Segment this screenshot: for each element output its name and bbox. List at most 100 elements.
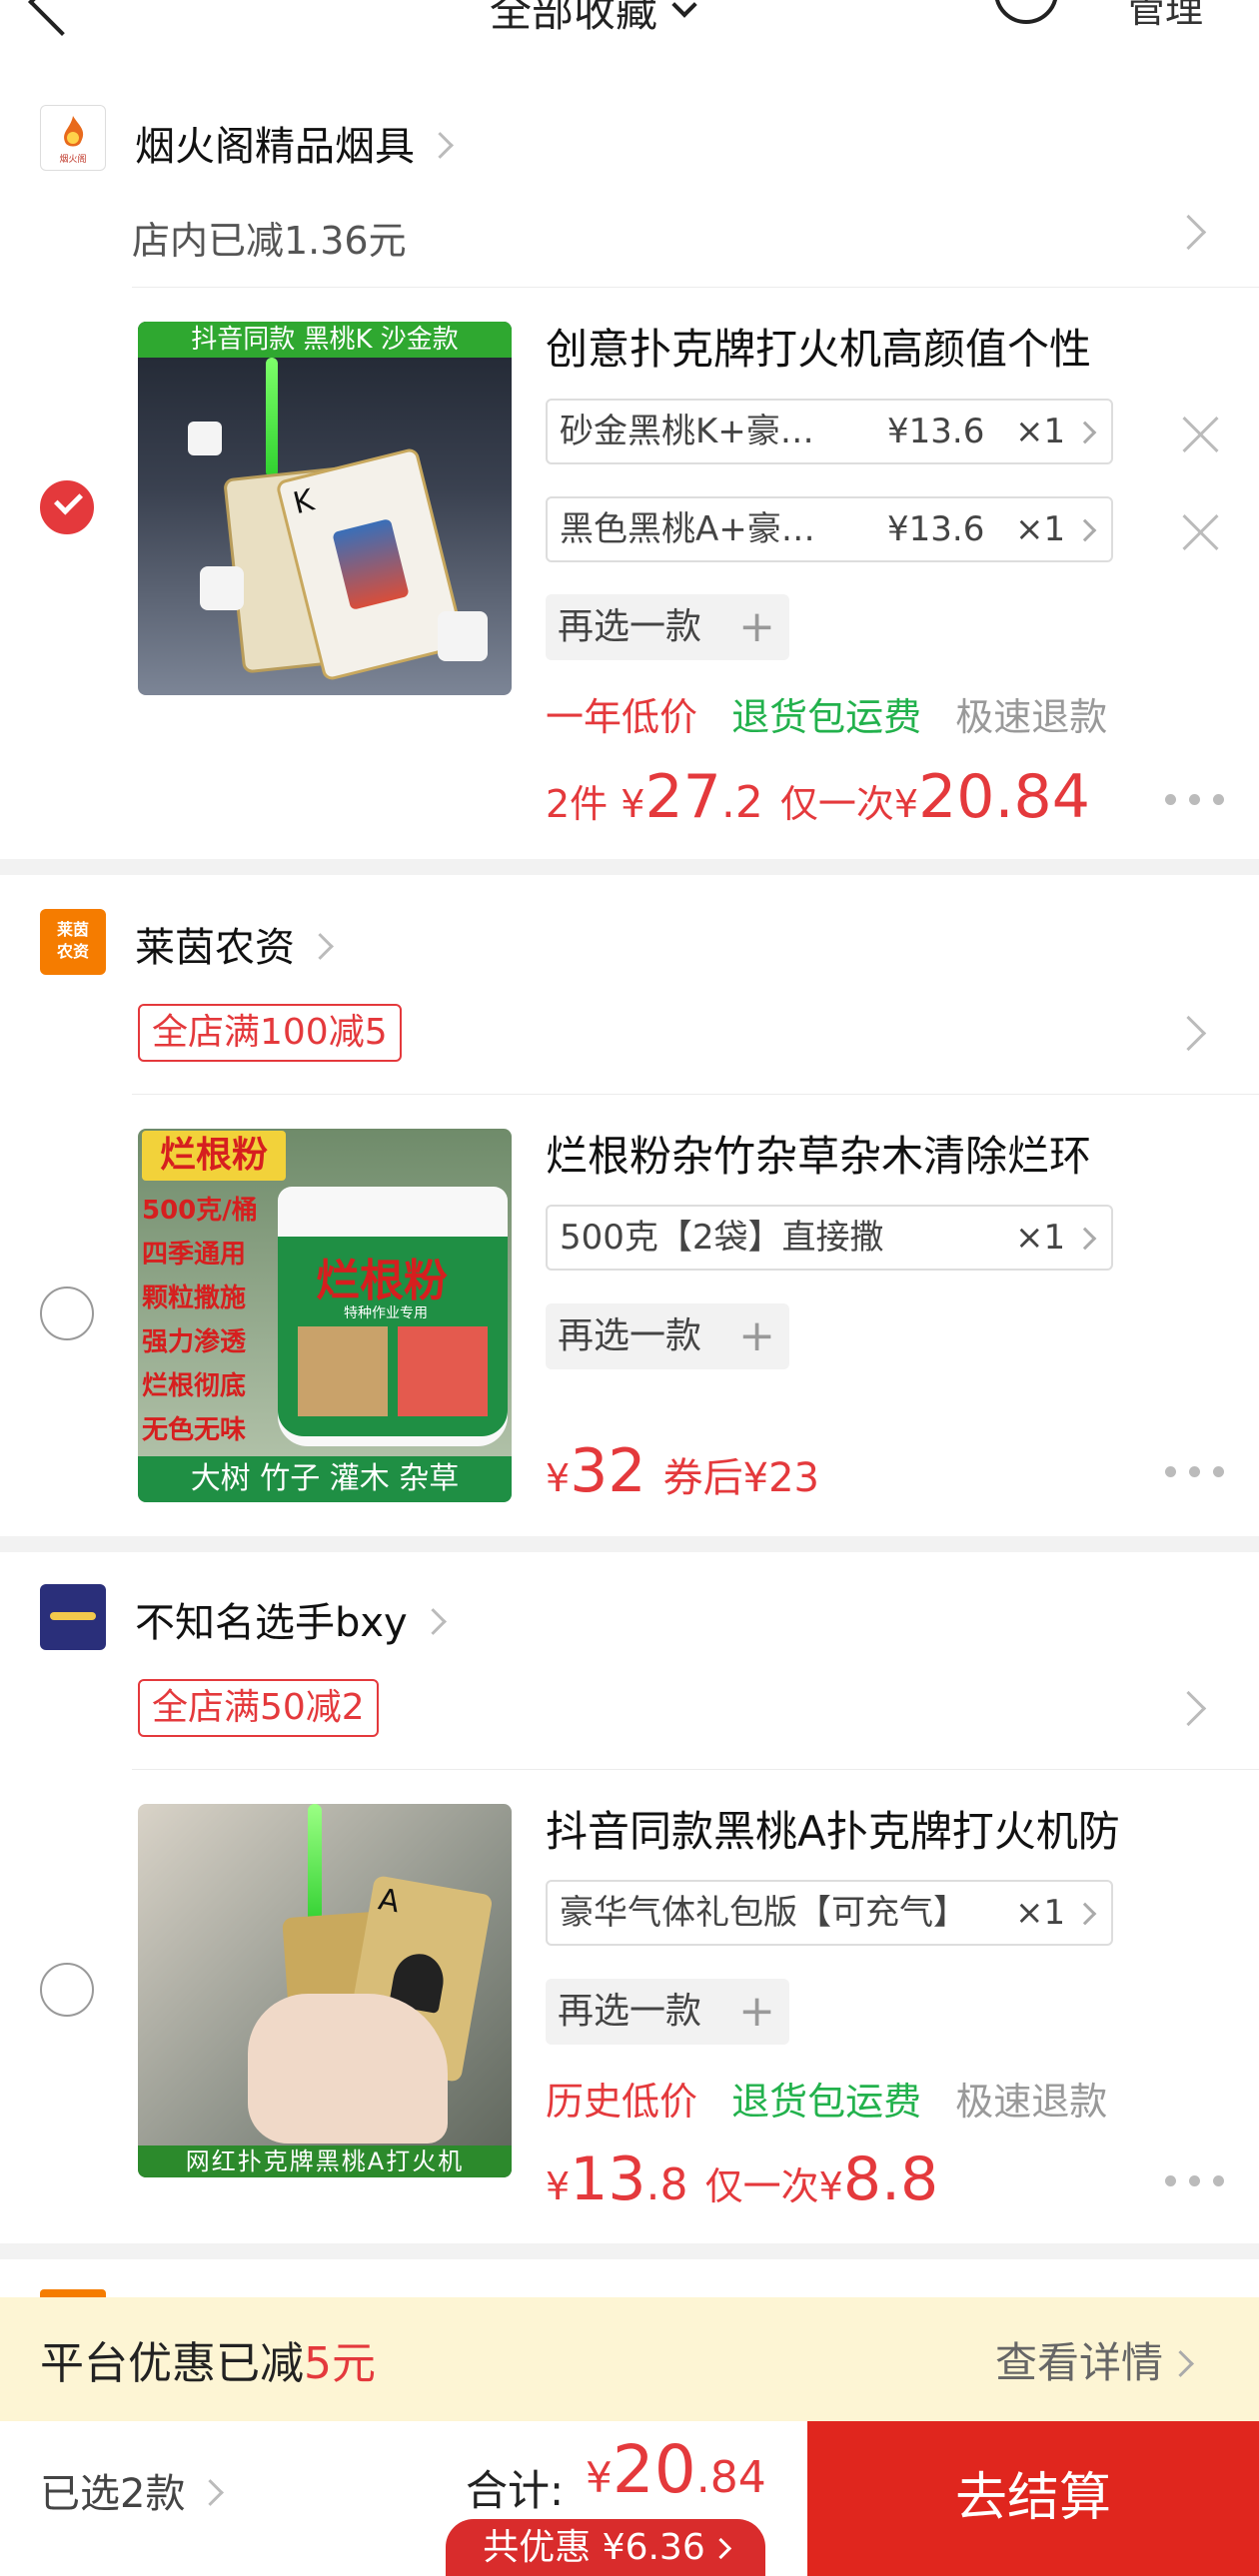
price-line: ¥13.8 仅一次¥8.8	[546, 2145, 938, 2214]
platform-discount-bar[interactable]: 平台优惠已减5元 查看详情	[0, 2297, 1259, 2421]
reselect-button[interactable]: 再选一款 +	[546, 1303, 789, 1369]
checkout-button[interactable]: 去结算	[807, 2421, 1259, 2576]
platform-amount: 5元	[304, 2338, 376, 2389]
product-bucket: 烂根粉 特种作业专用	[278, 1187, 508, 1446]
total-dec: .84	[695, 2452, 766, 2503]
discount-summary: 共优惠 ¥6.36	[483, 2527, 705, 2568]
chevron-down-icon	[671, 0, 697, 18]
feature-item: 烂根彻底	[142, 1371, 247, 1401]
store-logo[interactable]: 莱茵农资	[40, 909, 106, 975]
store-logo[interactable]	[40, 1584, 106, 1650]
promo-chevron-icon[interactable]	[1170, 1690, 1207, 1727]
more-options-icon[interactable]	[1165, 1466, 1225, 1478]
bucket-sub: 特种作业专用	[344, 1305, 428, 1321]
select-checkbox[interactable]	[40, 480, 94, 534]
more-options-icon[interactable]	[1165, 2175, 1225, 2187]
reselect-button[interactable]: 再选一款 +	[546, 1979, 789, 2045]
price-line: ¥32 券后¥23	[546, 1436, 819, 1506]
sku-price: ¥13.6	[887, 509, 985, 549]
once-price: 20.84	[918, 762, 1090, 832]
chevron-right-icon	[427, 131, 454, 159]
chevron-right-icon	[419, 1607, 447, 1635]
bucket-photo	[298, 1326, 388, 1416]
selected-count: 已选2款	[40, 2471, 186, 2517]
reselect-button[interactable]: 再选一款 +	[546, 594, 789, 660]
chevron-right-icon	[1073, 1227, 1097, 1251]
product-image[interactable]: 抖音同款 黑桃K 沙金款 K	[138, 322, 512, 695]
remove-sku-icon[interactable]	[1181, 512, 1221, 552]
divider	[132, 1769, 1259, 1770]
product-title[interactable]: 创意扑克牌打火机高颜值个性	[546, 316, 1235, 377]
select-checkbox[interactable]	[40, 1287, 94, 1340]
price-int: 27	[644, 762, 721, 832]
product-title[interactable]: 抖音同款黑桃A扑克牌打火机防	[546, 1798, 1235, 1859]
total-label: 合计:	[466, 2466, 565, 2515]
store-logo-text: 烟火阁	[59, 153, 86, 165]
currency-symbol: ¥	[546, 1456, 571, 1500]
plus-icon: +	[738, 601, 775, 652]
price-int: 13	[570, 2145, 646, 2214]
feature-item: 颗粒撒施	[142, 1284, 247, 1313]
plus-icon: +	[738, 1310, 775, 1361]
promo-chevron-icon[interactable]	[1170, 214, 1207, 251]
chevron-right-icon	[1073, 421, 1097, 444]
platform-label: 平台优惠已减	[40, 2338, 304, 2389]
store-name: 莱茵农资	[135, 925, 295, 971]
platform-discount-text: 平台优惠已减5元	[40, 2327, 376, 2391]
store-logo-mark	[50, 1612, 96, 1620]
checkout-bar: 已选2款 合计: ¥20.84 共优惠 ¥6.36 去结算	[0, 2421, 1259, 2576]
item-count: 2件	[546, 782, 609, 826]
store-name-link[interactable]: 莱茵农资	[135, 915, 334, 973]
sku-qty: ×1	[1015, 1893, 1066, 1933]
price-int: 32	[570, 1436, 646, 1506]
reselect-label: 再选一款	[558, 1315, 702, 1356]
store-name: 不知名选手bxy	[135, 1600, 408, 1646]
discount-summary-button[interactable]: 共优惠 ¥6.36	[446, 2519, 765, 2576]
selected-count-link[interactable]: 已选2款	[40, 2461, 225, 2519]
bucket-label: 烂根粉	[316, 1256, 448, 1306]
search-icon[interactable]	[994, 0, 1058, 24]
store-card: 不知名选手bxy 全店满50减2 A 网红扑克牌黑桃A打火机 抖音同款黑桃A扑克…	[0, 1552, 1259, 2243]
feature-item: 四季通用	[142, 1240, 247, 1270]
store-card-partial	[0, 2259, 1259, 2299]
sku-selector[interactable]: 黑色黑桃A+豪华礼包版 ¥13.6 ×1	[546, 496, 1113, 562]
feature-item: 强力渗透	[142, 1327, 247, 1357]
store-logo[interactable]: 烟火阁	[40, 105, 106, 171]
product-image[interactable]: 烂根粉 500克/桶 四季通用 颗粒撒施 强力渗透 烂根彻底 无色无味 烂根粉 …	[138, 1129, 512, 1502]
plus-icon: +	[738, 1986, 775, 2037]
product-title[interactable]: 烂根粉杂竹杂草杂木清除烂环	[546, 1123, 1235, 1184]
divider	[132, 287, 1259, 288]
chevron-right-icon	[1167, 2350, 1194, 2377]
store-name-link[interactable]: 烟火阁精品烟具	[135, 114, 454, 172]
promo-chevron-icon[interactable]	[1170, 1015, 1207, 1052]
chevron-right-icon	[1073, 1902, 1097, 1926]
sku-selector[interactable]: 豪华气体礼包版【可充气】 ×1	[546, 1880, 1113, 1946]
product-image[interactable]: A 网红扑克牌黑桃A打火机	[138, 1804, 512, 2177]
total-price: ¥20.84	[586, 2431, 766, 2508]
once-label: 仅一次¥	[704, 2164, 843, 2208]
remove-sku-icon[interactable]	[1181, 415, 1221, 454]
sku-selector[interactable]: 砂金黑桃K+豪华礼包版 ¥13.6 ×1	[546, 399, 1113, 464]
store-name-link[interactable]: 不知名选手bxy	[135, 1590, 447, 1648]
manage-button[interactable]: 管理	[1127, 0, 1203, 33]
chevron-right-icon	[1073, 518, 1097, 542]
tag-return-shipping: 退货包运费	[731, 2080, 922, 2124]
coupon-price: 券后¥23	[662, 1455, 819, 1501]
sku-qty: ×1	[1015, 412, 1066, 451]
back-arrow-icon[interactable]	[28, 0, 96, 36]
divider	[132, 1094, 1259, 1095]
view-details-label: 查看详情	[995, 2338, 1164, 2387]
store-card: 莱茵农资 莱茵农资 全店满100减5 烂根粉 500克/桶 四季通用 颗粒撒施 …	[0, 875, 1259, 1536]
sku-selector[interactable]: 500克【2袋】直接撒 ×1	[546, 1205, 1113, 1271]
more-options-icon[interactable]	[1165, 794, 1225, 806]
page-title-dropdown[interactable]: 全部收藏	[490, 0, 697, 39]
feature-list: 500克/桶 四季通用 颗粒撒施 强力渗透 烂根彻底 无色无味	[142, 1189, 272, 1452]
select-checkbox[interactable]	[40, 1963, 94, 2017]
store-promo-badge: 全店满50减2	[138, 1679, 379, 1737]
image-banner: 抖音同款 黑桃K 沙金款	[138, 322, 512, 358]
once-price: 8.8	[842, 2145, 939, 2214]
reselect-label: 再选一款	[558, 606, 702, 647]
view-details-link[interactable]: 查看详情	[995, 2329, 1194, 2390]
chevron-right-icon	[709, 2537, 731, 2560]
sku-name: 500克【2袋】直接撒	[560, 1218, 884, 1258]
